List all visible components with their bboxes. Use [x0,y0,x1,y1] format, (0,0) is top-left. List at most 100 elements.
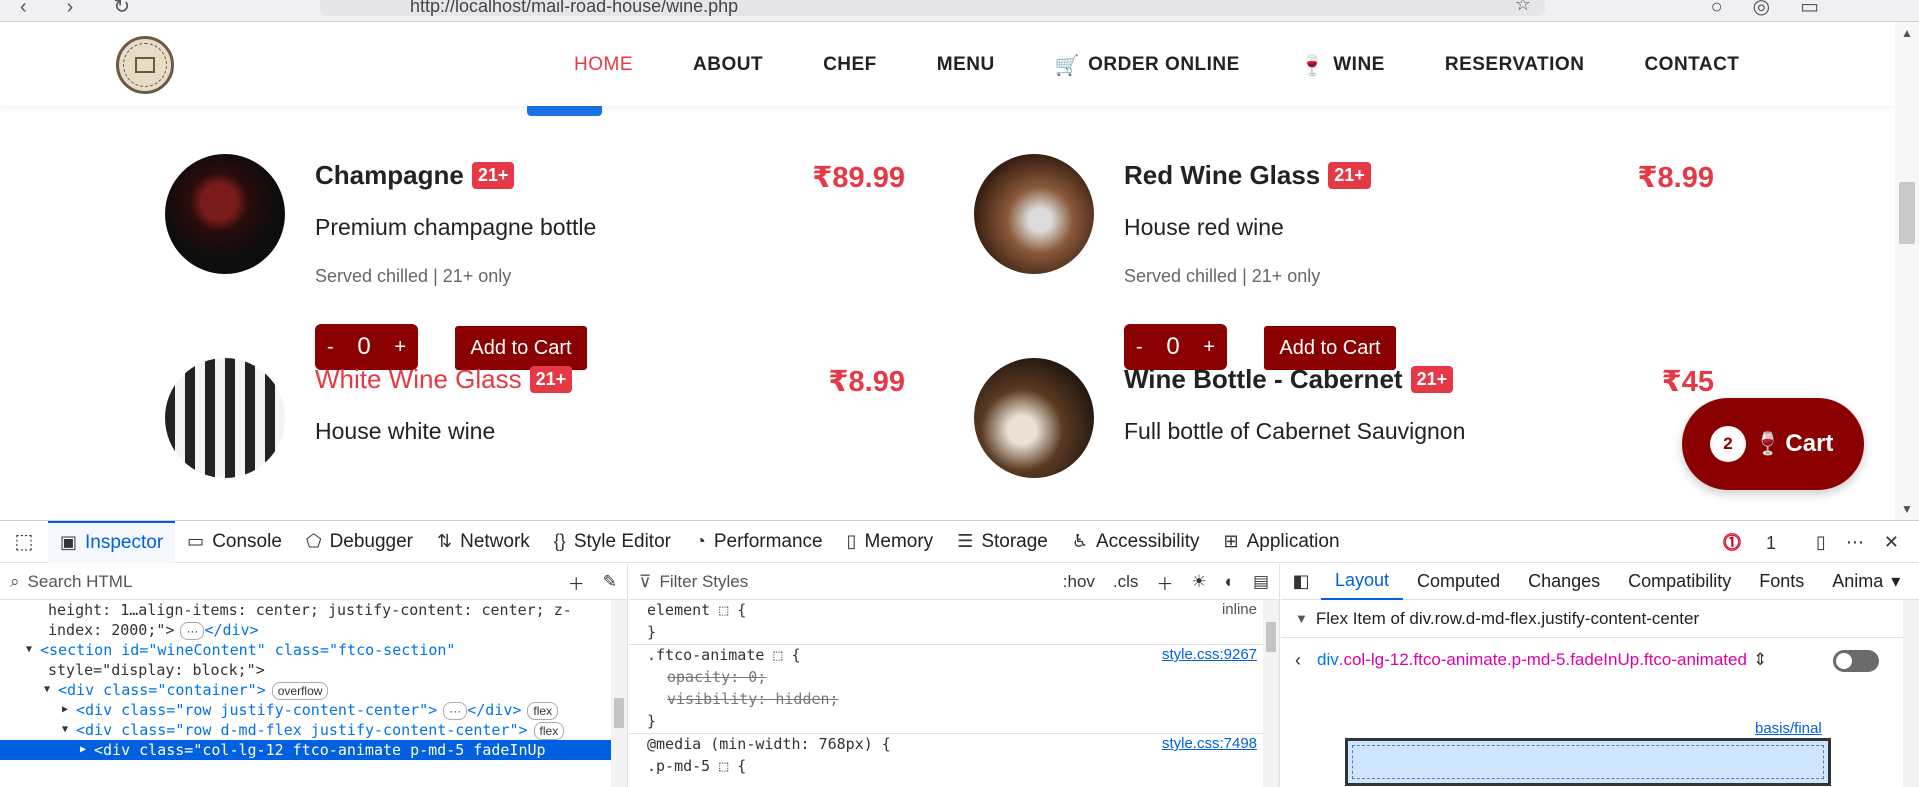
markup-badge[interactable]: ··· [443,702,468,720]
increase-qty-button[interactable]: + [394,336,406,359]
bookmark-star-icon[interactable]: ☆ [1515,0,1531,15]
css-rule-line[interactable]: @media (min-width: 768px) {style.css:749… [629,734,1263,756]
dark-theme-icon[interactable]: ◐ [1225,572,1235,592]
address-bar[interactable]: http://localhost/mail-road-house/wine.ph… [320,0,1545,16]
product-name[interactable]: Red Wine Glass 21+ [1124,160,1371,191]
url-text[interactable]: http://localhost/mail-road-house/wine.ph… [410,0,738,17]
search-html-input[interactable]: Search HTML [28,572,133,592]
nav-item-order-online[interactable]: 🛒 ORDER ONLINE [1055,52,1240,78]
nav-item-home[interactable]: HOME [574,52,633,78]
expand-toggle-icon[interactable]: ▶ [62,700,68,720]
browser-nav-icons[interactable]: ‹›↻ [20,0,170,19]
browser-extension-icons[interactable]: ○◎▭ [1711,0,1849,19]
flex-item-selector[interactable]: ‹ div .col-lg-12.ftco-animate.p-md-5.fade… [1281,638,1919,682]
eyedropper-icon[interactable]: ✎ [603,572,617,592]
select-arrows-icon[interactable]: ⇕ [1753,650,1767,670]
tab-inspector[interactable]: ▣ Inspector [48,520,176,563]
markup-node[interactable]: ▼ <div class="container"> overflow [0,680,612,700]
markup-node[interactable]: height: 1…align-items: center; justify-c… [0,600,612,620]
tab-storage[interactable]: ☰ Storage [945,521,1060,563]
markup-node[interactable]: ▼ <div class="row d-md-flex justify-conte… [0,720,612,740]
back-chevron-icon[interactable]: ‹ [1295,650,1301,671]
restaurant-logo[interactable] [116,36,174,94]
expand-toggle-icon[interactable]: ▼ [26,640,32,660]
css-rule-line[interactable]: } [629,711,1263,733]
css-rule-line[interactable]: } [629,622,1263,644]
sidebar-tab-computed[interactable]: Computed [1403,564,1514,600]
scroll-up-icon[interactable]: ▲ [1901,26,1913,40]
sidebar-tab-layout[interactable]: Layout [1321,564,1404,600]
flex-highlight-toggle[interactable] [1833,650,1879,672]
sidebar-tab-changes[interactable]: Changes [1514,564,1614,600]
filter-styles-input[interactable]: Filter Styles [659,572,748,592]
floating-cart-button[interactable]: 2 🍷 Cart [1682,398,1864,490]
product-name[interactable]: White Wine Glass 21+ [315,364,573,395]
layout-scrollbar[interactable] [1903,600,1919,787]
tab-memory[interactable]: ▯ Memory [835,521,946,563]
responsive-mode-icon[interactable]: ▯ [1816,532,1826,553]
nav-item-about[interactable]: ABOUT [693,52,763,78]
markup-node[interactable]: index: 2000;"> ··· </div> [0,620,612,640]
markup-scrollbar-thumb[interactable] [614,698,624,728]
css-rule-line[interactable]: .ftco-animate ⬚ {style.css:9267 [629,645,1263,667]
markup-node[interactable]: style="display: block;"> [0,660,612,680]
rules-scrollbar-thumb[interactable] [1266,622,1276,652]
css-rule-line[interactable]: visibility: hidden; [629,689,1263,711]
tab-style-editor[interactable]: {} Style Editor [542,521,683,563]
markup-node[interactable]: ▼ <section id="wineContent" class="ftco-s… [0,640,612,660]
flex-item-heading[interactable]: ▼ Flex Item of div.row.d-md-flex.justify… [1281,600,1919,638]
tab-accessibility[interactable]: ♿ Accessibility [1060,521,1212,563]
more-options-icon[interactable]: ⋯ [1846,532,1864,553]
increase-qty-button[interactable]: + [1203,336,1215,359]
decrease-qty-button[interactable]: - [327,336,334,359]
tab-performance[interactable]: ◔ Performance [683,521,835,563]
error-indicator[interactable]: ⓵ 1 [1723,529,1796,555]
flex-badge[interactable]: flex [527,702,559,720]
expand-toggle-icon[interactable]: ▼ [62,720,68,740]
markup-badge[interactable]: flex [533,722,565,740]
nav-item-wine[interactable]: 🍷 WINE [1300,52,1385,78]
rule-source-link[interactable]: style.css:7498 [1162,734,1257,754]
collapse-triangle-icon[interactable]: ▼ [1295,611,1308,626]
print-media-icon[interactable]: ▤ [1253,572,1269,592]
markup-badge[interactable]: ··· [180,622,205,640]
element-picker-icon[interactable]: ⬚ [0,521,48,563]
tab-debugger[interactable]: ⬠ Debugger [294,521,425,563]
page-scrollbar[interactable]: ▲ ▼ [1895,22,1919,520]
markup-node[interactable]: ▶ <div class="row justify-content-center"… [0,700,612,720]
tab-application[interactable]: ⊞ Application [1211,521,1351,563]
tabs-overflow-icon[interactable]: ▾ [1891,571,1900,592]
expand-toggle-icon[interactable]: ▶ [80,740,86,760]
nav-item-reservation[interactable]: RESERVATION [1445,52,1585,78]
markup-node[interactable]: ▶ <div class="col-lg-12 ftco-animate p-md… [0,740,612,760]
close-devtools-icon[interactable]: ✕ [1884,532,1899,553]
product-name[interactable]: Champagne 21+ [315,160,515,191]
css-rule-line[interactable]: opacity: 0; [629,667,1263,689]
nav-item-menu[interactable]: MENU [937,52,995,78]
add-rule-icon[interactable]: ＋ [1156,570,1173,595]
partial-blue-button[interactable] [527,106,602,116]
rule-source-link[interactable]: style.css:9267 [1162,645,1257,665]
sidebar-tab-compatibility[interactable]: Compatibility [1614,564,1745,600]
nav-item-contact[interactable]: CONTACT [1644,52,1739,78]
sidebar-tab-anima[interactable]: Anima [1818,564,1897,600]
sidebar-tab-fonts[interactable]: Fonts [1745,564,1818,600]
decrease-qty-button[interactable]: - [1136,336,1143,359]
rules-scrollbar[interactable] [1263,600,1279,787]
tab-network[interactable]: ⇅ Network [425,521,542,563]
add-node-icon[interactable]: ＋ [568,570,585,595]
css-rule-line[interactable]: .p-md-5 ⬚ { [629,756,1263,778]
tab-console[interactable]: ▭ Console [175,521,294,563]
css-rule-line[interactable]: element ⬚ {inline [629,600,1263,622]
nav-item-chef[interactable]: CHEF [823,52,877,78]
cls-toggle[interactable]: .cls [1113,572,1139,592]
hov-toggle[interactable]: :hov [1063,572,1095,592]
light-theme-icon[interactable]: ☀ [1191,572,1206,592]
product-name[interactable]: Wine Bottle - Cabernet 21+ [1124,364,1454,395]
toggle-sidebar-icon[interactable]: ◧ [1281,571,1321,592]
scroll-down-icon[interactable]: ▼ [1901,502,1913,516]
scrollbar-thumb[interactable] [1899,182,1915,244]
markup-scrollbar[interactable] [611,600,627,787]
expand-toggle-icon[interactable]: ▼ [44,680,50,700]
markup-badge[interactable]: overflow [271,682,329,700]
